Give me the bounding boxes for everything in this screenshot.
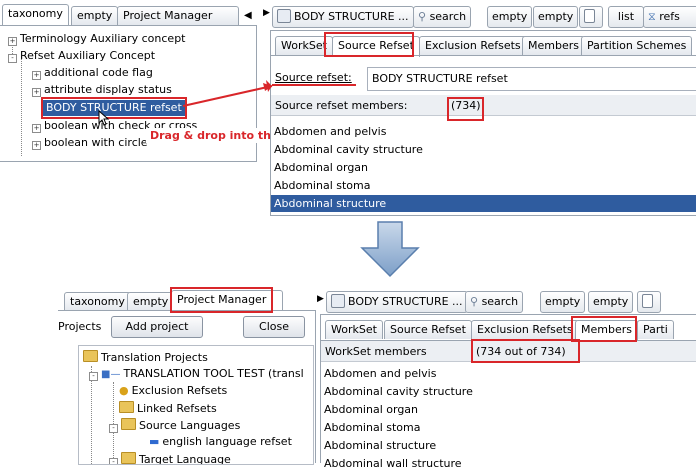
expand-icon[interactable]: +: [32, 71, 41, 80]
folder-icon: [119, 401, 134, 413]
refset-icon: [277, 9, 291, 23]
list-item[interactable]: Abdomen and pelvis: [321, 365, 696, 382]
list-item[interactable]: Abdomen and pelvis: [271, 123, 696, 140]
highlight-members-tab: [571, 316, 637, 342]
down-arrow-icon: [360, 221, 420, 278]
tree-item-additional-code[interactable]: + additional code flag: [32, 65, 153, 80]
workset-list[interactable]: Abdomen and pelvis Abdominal cavity stru…: [321, 365, 696, 470]
project-icon: ■—: [101, 369, 121, 380]
workset-editor: WorkSet Source Refset Exclusion Refsets …: [320, 314, 696, 470]
search-icon: ⚲: [418, 10, 427, 23]
folder-icon: [121, 452, 136, 464]
toolbar-empty-1[interactable]: empty: [540, 291, 586, 313]
source-refset-label: Source refset:: [275, 71, 352, 84]
scroll-arrow[interactable]: ◀: [244, 10, 252, 21]
collapse-icon[interactable]: -: [109, 424, 118, 433]
toolbar-empty-1[interactable]: empty: [487, 6, 533, 28]
toolbar-search[interactable]: ⚲ search: [413, 6, 472, 28]
toolbar-document[interactable]: [637, 291, 661, 313]
list-item[interactable]: Abdominal cavity structure: [271, 141, 696, 158]
tree-item-terminology[interactable]: + Terminology Auxiliary concept: [8, 31, 186, 46]
splitter-arrow[interactable]: ▶: [317, 294, 324, 304]
tab-exclusion-refsets[interactable]: Exclusion Refsets: [471, 320, 579, 339]
project-tree: Translation Projects - ■— TRANSLATION TOOL…: [78, 345, 314, 465]
folder-icon: [83, 350, 98, 362]
toolbar-search[interactable]: ⚲ search: [465, 291, 524, 313]
list-item[interactable]: Abdominal structure: [321, 437, 696, 454]
list-item[interactable]: Abdominal structure: [271, 195, 696, 212]
highlight-project-manager-tab: [170, 287, 273, 313]
workset-label: WorkSet members: [325, 345, 427, 358]
tab-empty[interactable]: empty: [127, 292, 175, 311]
tree-item-linked-refsets[interactable]: Linked Refsets: [119, 400, 217, 415]
members-label: Source refset members:: [275, 99, 408, 112]
tree-item-exclusion-refsets[interactable]: ● Exclusion Refsets: [119, 383, 227, 398]
tab-empty[interactable]: empty: [71, 6, 119, 25]
tab-workset[interactable]: WorkSet: [325, 320, 383, 339]
tab-taxonomy[interactable]: taxonomy: [64, 292, 131, 311]
underline-source-refset: [272, 84, 356, 86]
list-item[interactable]: Abdominal organ: [271, 159, 696, 176]
tree-guide: [21, 56, 22, 156]
highlight-selected-refset: [41, 97, 187, 119]
toolbar-body-structure[interactable]: BODY STRUCTURE ...: [272, 6, 414, 28]
document-icon: [642, 294, 653, 308]
refset-icon: [331, 294, 345, 308]
tab-partition-schemes[interactable]: Partition Schemes: [581, 36, 693, 55]
toolbar-empty-2[interactable]: empty: [588, 291, 634, 313]
list-item[interactable]: Abdominal wall structure: [321, 455, 696, 472]
add-project-button[interactable]: Add project: [111, 316, 203, 338]
tab-source-refset[interactable]: Source Refset: [384, 320, 472, 339]
list-item[interactable]: Abdominal organ: [321, 401, 696, 418]
list-item[interactable]: Abdominal stoma: [321, 419, 696, 436]
tab-members[interactable]: Members: [522, 36, 585, 55]
close-button[interactable]: Close: [243, 316, 305, 338]
collapse-icon[interactable]: -: [89, 372, 98, 381]
expand-icon[interactable]: +: [32, 88, 41, 97]
highlight-source-refset-tab: [324, 32, 414, 57]
tree-item-english-language-refset[interactable]: ▬ english language refset: [149, 434, 292, 449]
source-refset-field[interactable]: BODY STRUCTURE refset: [367, 67, 696, 91]
document-icon: [584, 9, 595, 23]
source-refset-value: BODY STRUCTURE refset: [372, 72, 508, 85]
collapse-icon[interactable]: -: [8, 54, 17, 63]
refset-editor: WorkSet Source Refset Exclusion Refsets …: [270, 30, 696, 216]
splitter-arrow[interactable]: ▶: [263, 8, 270, 18]
tree-item-source-languages[interactable]: - Source Languages: [109, 417, 240, 433]
expand-icon[interactable]: +: [32, 124, 41, 133]
search-icon: ⚲: [470, 295, 479, 308]
highlight-workset-count: [471, 339, 580, 363]
tree-item-translation-tool-test[interactable]: - ■— TRANSLATION TOOL TEST (transl: [89, 366, 304, 381]
tree-item-boolean-circle[interactable]: + boolean with circle: [32, 135, 148, 150]
toolbar-document[interactable]: [579, 6, 603, 28]
group-icon: ●: [119, 384, 129, 397]
list-item[interactable]: Abdominal stoma: [271, 177, 696, 194]
list-item[interactable]: Abdominal cavity structure: [321, 383, 696, 400]
tab-taxonomy[interactable]: taxonomy: [2, 4, 69, 25]
members-list[interactable]: Abdomen and pelvis Abdominal cavity stru…: [271, 123, 696, 215]
bottom-right-pane: ▶ BODY STRUCTURE ... ⚲ search empty empt…: [317, 286, 696, 470]
highlight-members-count: [447, 97, 484, 121]
tab-exclusion-refsets[interactable]: Exclusion Refsets: [419, 36, 527, 55]
expand-icon[interactable]: +: [8, 37, 17, 46]
toolbar-empty-2[interactable]: empty: [533, 6, 579, 28]
language-icon: ▬: [149, 435, 160, 448]
projects-label: Projects: [58, 320, 102, 333]
tab-project-manager[interactable]: Project Manager: [117, 6, 239, 25]
tag-icon: ⧖: [648, 10, 656, 23]
expand-icon[interactable]: +: [32, 141, 41, 150]
toolbar-list[interactable]: list: [608, 6, 644, 28]
cursor-icon: [98, 110, 110, 126]
folder-icon: [121, 418, 136, 430]
toolbar-refs[interactable]: ⧖ refs: [643, 6, 696, 28]
tab-partition-schemes[interactable]: Parti: [637, 320, 674, 339]
tree-item-attribute-display[interactable]: + attribute display status: [32, 82, 172, 97]
project-manager-panel: Projects Add project Close Translation P…: [58, 310, 316, 465]
toolbar-body-structure[interactable]: BODY STRUCTURE ...: [326, 291, 468, 313]
tree-item-translation-projects[interactable]: Translation Projects: [83, 349, 208, 364]
tree-item-target-language[interactable]: - Target Language: [109, 451, 231, 464]
tree-item-refset-aux[interactable]: - Refset Auxiliary Concept: [8, 48, 155, 63]
